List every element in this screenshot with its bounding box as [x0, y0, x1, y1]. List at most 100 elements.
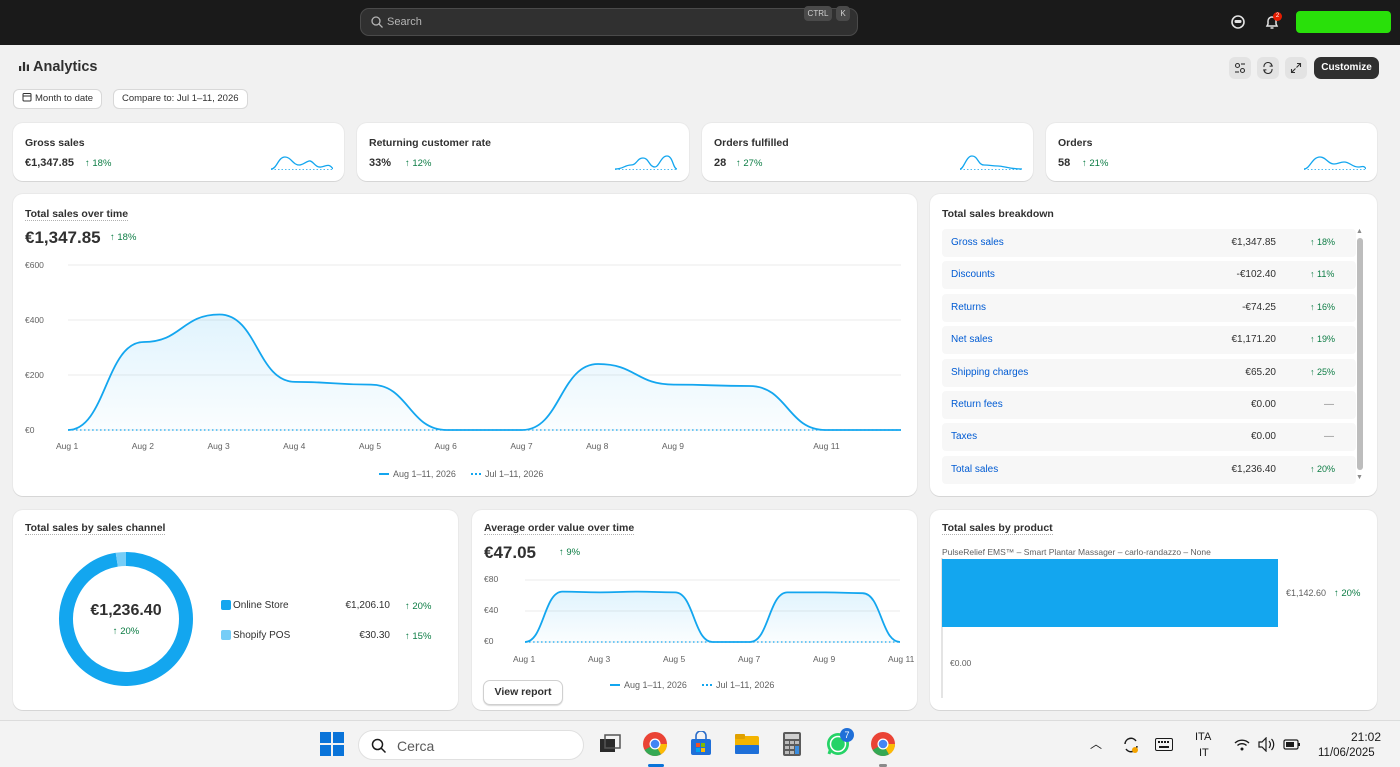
series-area-current: [68, 314, 901, 430]
breakdown-value: €0.00: [1250, 399, 1276, 410]
sales-by-channel-card: Total sales by sales channel €1,236.40 ↑…: [13, 510, 458, 710]
page-title: Analytics: [18, 59, 97, 75]
customize-button[interactable]: Customize: [1314, 57, 1379, 79]
channel-value: €30.30: [359, 630, 390, 641]
breakdown-name[interactable]: Gross sales: [951, 237, 1004, 248]
legend-swatch-online-store: [221, 600, 231, 610]
breakdown-row[interactable]: Taxes €0.00 —: [942, 423, 1356, 452]
date-range-picker[interactable]: Month to date: [13, 89, 103, 109]
breakdown-name[interactable]: Total sales: [951, 464, 998, 475]
channel-change: ↑ 15%: [405, 631, 431, 642]
wifi-icon[interactable]: [1234, 738, 1250, 751]
keyboard-icon[interactable]: [1155, 738, 1173, 751]
breakdown-name[interactable]: Taxes: [951, 431, 977, 442]
donut-total: €1,236.40: [90, 602, 162, 619]
analytics-icon: [19, 62, 29, 71]
battery-icon[interactable]: [1283, 737, 1301, 752]
sidekick-icon[interactable]: [1229, 13, 1247, 31]
page-title-text: Analytics: [33, 59, 98, 75]
chevron-up-icon[interactable]: ︿: [1090, 735, 1102, 752]
language-code[interactable]: ITA: [1195, 731, 1211, 743]
breakdown-change-value: 11%: [1317, 269, 1335, 280]
arrow-up-icon: ↑: [405, 601, 410, 612]
breakdown-scrollbar-thumb[interactable]: [1357, 238, 1363, 470]
x-tick-label: Aug 2: [131, 441, 154, 451]
chrome-profile-icon[interactable]: [870, 731, 896, 757]
breakdown-name[interactable]: Returns: [951, 302, 986, 313]
refresh-icon: [1262, 62, 1274, 74]
store-menu-button[interactable]: [1296, 11, 1391, 33]
kpi-label: Returning customer rate: [369, 137, 491, 149]
sync-icon[interactable]: [1121, 735, 1141, 755]
windows-taskbar: Cerca 7 ︿ ITA IT 21:02 11/06/2025: [0, 720, 1400, 767]
clock-date[interactable]: 11/06/2025: [1318, 747, 1375, 759]
taskbar-search[interactable]: Cerca: [358, 730, 584, 760]
breakdown-row[interactable]: Total sales €1,236.40 ↑ 20%: [942, 455, 1356, 484]
breakdown-row[interactable]: Net sales €1,171.20 ↑ 19%: [942, 326, 1356, 355]
legend-current: Aug 1–11, 2026: [610, 680, 687, 690]
x-tick-label: Aug 7: [510, 441, 533, 451]
search-bar[interactable]: Search: [360, 8, 858, 36]
x-tick-label: Aug 5: [663, 654, 686, 664]
filter-settings-button[interactable]: [1229, 57, 1251, 79]
microsoft-store-icon[interactable]: [688, 731, 714, 757]
change-value: 20%: [1341, 588, 1361, 599]
kpi-change: ↑ 12%: [405, 158, 431, 169]
breakdown-name[interactable]: Discounts: [951, 269, 995, 280]
x-tick-label: Aug 4: [283, 441, 306, 451]
clock-time[interactable]: 21:02: [1351, 730, 1381, 744]
card-title[interactable]: Total sales by sales channel: [25, 522, 166, 535]
breakdown-row[interactable]: Shipping charges €65.20 ↑ 25%: [942, 358, 1356, 387]
x-tick-label: Aug 7: [738, 654, 761, 664]
donut-slice-shopify-pos[interactable]: [115, 552, 127, 567]
fullscreen-button[interactable]: [1285, 57, 1307, 79]
x-tick-label: Aug 1: [513, 654, 536, 664]
kpi-label: Orders fulfilled: [714, 137, 789, 149]
kpi-label: Orders: [1058, 137, 1093, 149]
arrow-up-icon: ↑: [1082, 158, 1087, 169]
kpi-label: Gross sales: [25, 137, 85, 149]
product-bar[interactable]: [942, 559, 1278, 627]
breakdown-row[interactable]: Discounts -€102.40 ↑ 11%: [942, 261, 1356, 290]
refresh-button[interactable]: [1257, 57, 1279, 79]
view-report-button[interactable]: View report: [483, 680, 563, 705]
compare-picker[interactable]: Compare to: Jul 1–11, 2026: [113, 89, 248, 109]
kpi-value: 58: [1058, 157, 1071, 169]
kpi-change: ↑ 27%: [736, 158, 762, 169]
channel-value: €1,206.10: [345, 600, 391, 611]
breakdown-row[interactable]: Gross sales €1,347.85 ↑ 18%: [942, 229, 1356, 257]
keyboard-layout[interactable]: IT: [1199, 747, 1209, 759]
legend-current-label: Aug 1–11, 2026: [393, 469, 456, 479]
x-tick-label: Aug 3: [207, 441, 230, 451]
shortcut-k-key: K: [836, 6, 850, 21]
arrow-up-icon: ↑: [736, 158, 741, 169]
breakdown-row[interactable]: Returns -€74.25 ↑ 16%: [942, 293, 1356, 322]
chrome-icon[interactable]: [642, 731, 668, 757]
breakdown-row[interactable]: Return fees €0.00 —: [942, 391, 1356, 419]
breakdown-change-value: 20%: [1317, 463, 1336, 474]
kpi-card-returning-customer-rate[interactable]: Returning customer rate 33% ↑ 12%: [357, 123, 689, 181]
kpi-card-gross-sales[interactable]: Gross sales €1,347.85 ↑ 18%: [13, 123, 344, 181]
volume-icon[interactable]: [1258, 737, 1276, 752]
donut-change: ↑ 20%: [67, 626, 185, 637]
kpi-card-orders[interactable]: Orders 58 ↑ 21%: [1046, 123, 1377, 181]
breakdown-name[interactable]: Shipping charges: [951, 367, 1028, 378]
kpi-value: €1,347.85: [25, 157, 74, 169]
breakdown-name[interactable]: Net sales: [951, 334, 993, 345]
kpi-sparkline: [1304, 156, 1366, 170]
kpi-card-orders-fulfilled[interactable]: Orders fulfilled 28 ↑ 27%: [702, 123, 1033, 181]
task-view-icon[interactable]: [597, 731, 623, 757]
calculator-icon[interactable]: [779, 731, 805, 757]
scroll-up-arrow-icon[interactable]: ▲: [1356, 228, 1363, 235]
legend-previous: Jul 1–11, 2026: [471, 469, 543, 479]
windows-start-icon[interactable]: [319, 731, 345, 757]
page-scrollbar[interactable]: [1390, 45, 1400, 720]
legend-current-label: Aug 1–11, 2026: [624, 680, 687, 690]
expand-icon: [1290, 62, 1302, 74]
file-explorer-icon[interactable]: [734, 731, 760, 757]
breakdown-value: €0.00: [1250, 431, 1276, 443]
scroll-down-arrow-icon[interactable]: ▼: [1356, 474, 1363, 481]
kpi-sparkline: [960, 155, 1022, 170]
breakdown-value: -€102.40: [1236, 269, 1276, 281]
breakdown-name[interactable]: Return fees: [951, 399, 1003, 410]
